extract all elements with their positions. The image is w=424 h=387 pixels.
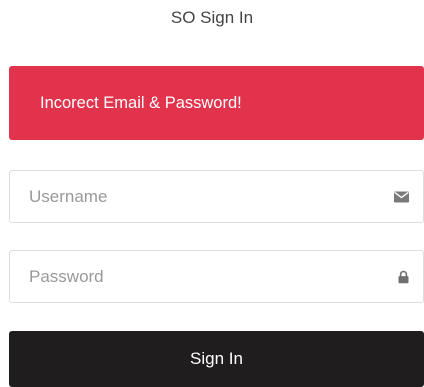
error-alert: Incorect Email & Password! — [9, 66, 424, 140]
envelope-icon — [394, 191, 409, 202]
password-field — [9, 250, 424, 303]
sign-in-button[interactable]: Sign In — [9, 331, 424, 387]
error-alert-message: Incorect Email & Password! — [40, 93, 242, 112]
page-title: SO Sign In — [170, 8, 254, 27]
lock-icon — [398, 270, 409, 283]
username-field — [9, 170, 424, 223]
username-input[interactable] — [10, 171, 370, 222]
password-input[interactable] — [10, 251, 370, 302]
sign-in-page: SO Sign In Incorect Email & Password! Si… — [0, 0, 424, 387]
